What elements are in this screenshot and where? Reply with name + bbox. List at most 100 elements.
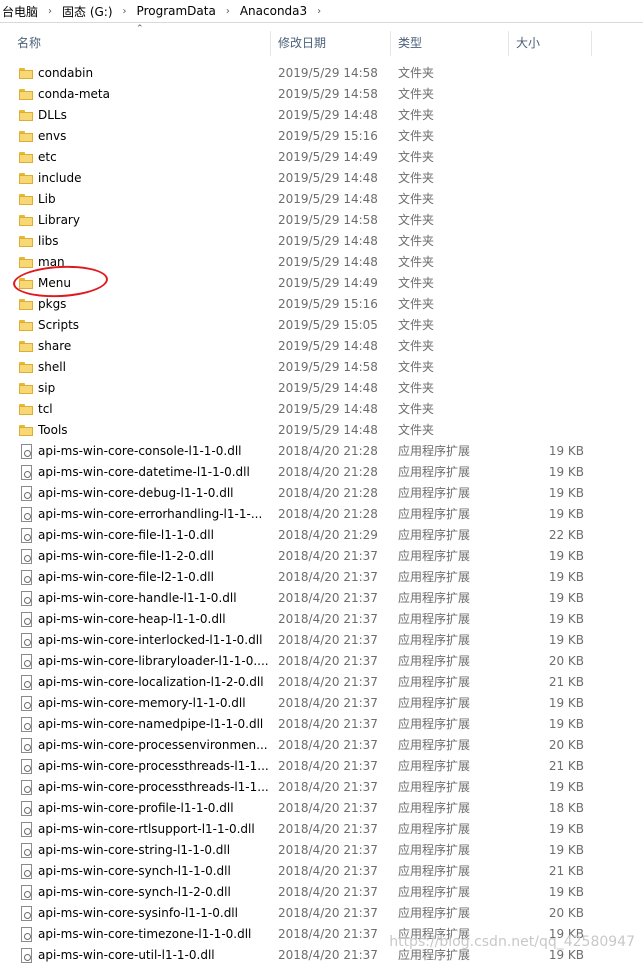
- file-row[interactable]: api-ms-win-core-synch-l1-2-0.dll 2018/4/2…: [0, 882, 643, 903]
- file-type: 文件夹: [398, 108, 435, 122]
- file-row[interactable]: api-ms-win-core-namedpipe-l1-1-0.dll 2018…: [0, 714, 643, 735]
- file-date: 2018/4/20 21:37: [278, 906, 378, 920]
- file-size: 19 KB: [548, 780, 584, 794]
- file-size: 19 KB: [548, 633, 584, 647]
- file-row[interactable]: api-ms-win-core-console-l1-1-0.dll 2018/4…: [0, 441, 643, 462]
- file-row[interactable]: api-ms-win-core-memory-l1-1-0.dll 2018/4/…: [0, 693, 643, 714]
- file-row[interactable]: api-ms-win-core-processthreads-l1-1... 20…: [0, 756, 643, 777]
- folder-row[interactable]: share 2019/5/29 14:48 文件夹: [0, 336, 643, 357]
- file-size: 19 KB: [548, 591, 584, 605]
- breadcrumb-item-this-pc[interactable]: 台电脑: [0, 3, 40, 20]
- chevron-right-icon[interactable]: ›: [218, 6, 238, 17]
- folder-row[interactable]: etc 2019/5/29 14:49 文件夹: [0, 147, 643, 168]
- folder-row[interactable]: include 2019/5/29 14:48 文件夹: [0, 168, 643, 189]
- column-divider[interactable]: [591, 31, 592, 56]
- folder-row[interactable]: Tools 2019/5/29 14:48 文件夹: [0, 420, 643, 441]
- file-row[interactable]: api-ms-win-core-processthreads-l1-1... 20…: [0, 777, 643, 798]
- file-row[interactable]: api-ms-win-core-synch-l1-1-0.dll 2018/4/2…: [0, 861, 643, 882]
- file-size: 19 KB: [548, 612, 584, 626]
- file-size: 21 KB: [548, 759, 584, 773]
- folder-row[interactable]: pkgs 2019/5/29 15:16 文件夹: [0, 294, 643, 315]
- column-header-row: 名称 修改日期 类型 大小: [0, 31, 643, 56]
- breadcrumb-item-programdata[interactable]: ProgramData: [135, 4, 218, 18]
- dll-file-icon: [21, 507, 32, 522]
- column-divider[interactable]: [270, 31, 271, 56]
- file-name: Tools: [38, 423, 68, 437]
- chevron-right-icon[interactable]: ›: [309, 6, 329, 17]
- file-row[interactable]: api-ms-win-core-libraryloader-l1-1-0....…: [0, 651, 643, 672]
- chevron-right-icon[interactable]: ›: [115, 6, 135, 17]
- file-name: api-ms-win-core-string-l1-1-0.dll: [38, 843, 231, 857]
- file-size: [512, 105, 584, 126]
- chevron-right-icon[interactable]: ›: [40, 6, 60, 17]
- column-header-name[interactable]: 名称: [17, 31, 41, 56]
- column-divider[interactable]: [508, 31, 509, 56]
- file-name: api-ms-win-core-libraryloader-l1-1-0....: [38, 654, 268, 668]
- file-type: 文件夹: [398, 276, 435, 290]
- breadcrumb: 台电脑 › 固态 (G:) › ProgramData › Anaconda3 …: [0, 0, 643, 23]
- file-row[interactable]: api-ms-win-core-debug-l1-1-0.dll 2018/4/2…: [0, 483, 643, 504]
- file-row[interactable]: api-ms-win-core-file-l1-1-0.dll 2018/4/20…: [0, 525, 643, 546]
- file-name: etc: [38, 150, 57, 164]
- file-name: api-ms-win-core-file-l2-1-0.dll: [38, 570, 214, 584]
- file-name: api-ms-win-core-debug-l1-1-0.dll: [38, 486, 234, 500]
- dll-file-icon: [21, 570, 32, 585]
- folder-row[interactable]: DLLs 2019/5/29 14:48 文件夹: [0, 105, 643, 126]
- file-name: api-ms-win-core-errorhandling-l1-1-...: [38, 507, 263, 521]
- file-size: [512, 84, 584, 105]
- file-date: 2019/5/29 14:48: [278, 381, 378, 395]
- file-row[interactable]: api-ms-win-core-file-l2-1-0.dll 2018/4/20…: [0, 567, 643, 588]
- file-size: 19 KB: [548, 570, 584, 584]
- file-name: api-ms-win-core-profile-l1-1-0.dll: [38, 801, 234, 815]
- dll-file-icon: [21, 822, 32, 837]
- folder-row[interactable]: envs 2019/5/29 15:16 文件夹: [0, 126, 643, 147]
- file-type: 文件夹: [398, 402, 435, 416]
- folder-row[interactable]: sip 2019/5/29 14:48 文件夹: [0, 378, 643, 399]
- file-date: 2018/4/20 21:37: [278, 927, 378, 941]
- file-row[interactable]: api-ms-win-core-handle-l1-1-0.dll 2018/4/…: [0, 588, 643, 609]
- file-row[interactable]: api-ms-win-core-profile-l1-1-0.dll 2018/4…: [0, 798, 643, 819]
- file-row[interactable]: api-ms-win-core-file-l1-2-0.dll 2018/4/20…: [0, 546, 643, 567]
- file-date: 2019/5/29 15:05: [278, 318, 378, 332]
- column-header-size[interactable]: 大小: [516, 31, 540, 56]
- file-name: conda-meta: [38, 87, 110, 101]
- file-size: 19 KB: [548, 885, 584, 899]
- folder-row[interactable]: tcl 2019/5/29 14:48 文件夹: [0, 399, 643, 420]
- breadcrumb-item-drive[interactable]: 固态 (G:): [60, 3, 115, 20]
- file-size: 19 KB: [548, 843, 584, 857]
- folder-row[interactable]: shell 2019/5/29 14:58 文件夹: [0, 357, 643, 378]
- file-date: 2019/5/29 14:48: [278, 192, 378, 206]
- file-row[interactable]: api-ms-win-core-errorhandling-l1-1-... 20…: [0, 504, 643, 525]
- folder-row[interactable]: Library 2019/5/29 14:58 文件夹: [0, 210, 643, 231]
- file-size: 19 KB: [548, 465, 584, 479]
- column-header-date[interactable]: 修改日期: [278, 31, 326, 56]
- file-row[interactable]: api-ms-win-core-localization-l1-2-0.dll 2…: [0, 672, 643, 693]
- folder-row[interactable]: condabin 2019/5/29 14:58 文件夹: [0, 63, 643, 84]
- dll-file-icon: [21, 528, 32, 543]
- file-date: 2018/4/20 21:37: [278, 738, 378, 752]
- folder-row[interactable]: conda-meta 2019/5/29 14:58 文件夹: [0, 84, 643, 105]
- file-date: 2019/5/29 14:48: [278, 402, 378, 416]
- folder-icon: [19, 257, 33, 268]
- file-size: 20 KB: [548, 654, 584, 668]
- file-row[interactable]: api-ms-win-core-sysinfo-l1-1-0.dll 2018/4…: [0, 903, 643, 924]
- file-date: 2019/5/29 14:48: [278, 339, 378, 353]
- file-size: [512, 231, 584, 252]
- file-row[interactable]: api-ms-win-core-heap-l1-1-0.dll 2018/4/20…: [0, 609, 643, 630]
- folder-row[interactable]: Scripts 2019/5/29 15:05 文件夹: [0, 315, 643, 336]
- file-row[interactable]: api-ms-win-core-processenvironmen... 2018…: [0, 735, 643, 756]
- file-size: 19 KB: [548, 696, 584, 710]
- file-name: api-ms-win-core-rtlsupport-l1-1-0.dll: [38, 822, 255, 836]
- dll-file-icon: [21, 591, 32, 606]
- file-row[interactable]: api-ms-win-core-interlocked-l1-1-0.dll 20…: [0, 630, 643, 651]
- column-divider[interactable]: [390, 31, 391, 56]
- file-date: 2018/4/20 21:37: [278, 675, 378, 689]
- file-row[interactable]: api-ms-win-core-datetime-l1-1-0.dll 2018/…: [0, 462, 643, 483]
- file-date: 2019/5/29 14:49: [278, 150, 378, 164]
- file-row[interactable]: api-ms-win-core-string-l1-1-0.dll 2018/4/…: [0, 840, 643, 861]
- folder-row[interactable]: Lib 2019/5/29 14:48 文件夹: [0, 189, 643, 210]
- breadcrumb-item-anaconda3[interactable]: Anaconda3: [238, 4, 309, 18]
- file-row[interactable]: api-ms-win-core-rtlsupport-l1-1-0.dll 201…: [0, 819, 643, 840]
- column-header-type[interactable]: 类型: [398, 31, 422, 56]
- folder-row[interactable]: libs 2019/5/29 14:48 文件夹: [0, 231, 643, 252]
